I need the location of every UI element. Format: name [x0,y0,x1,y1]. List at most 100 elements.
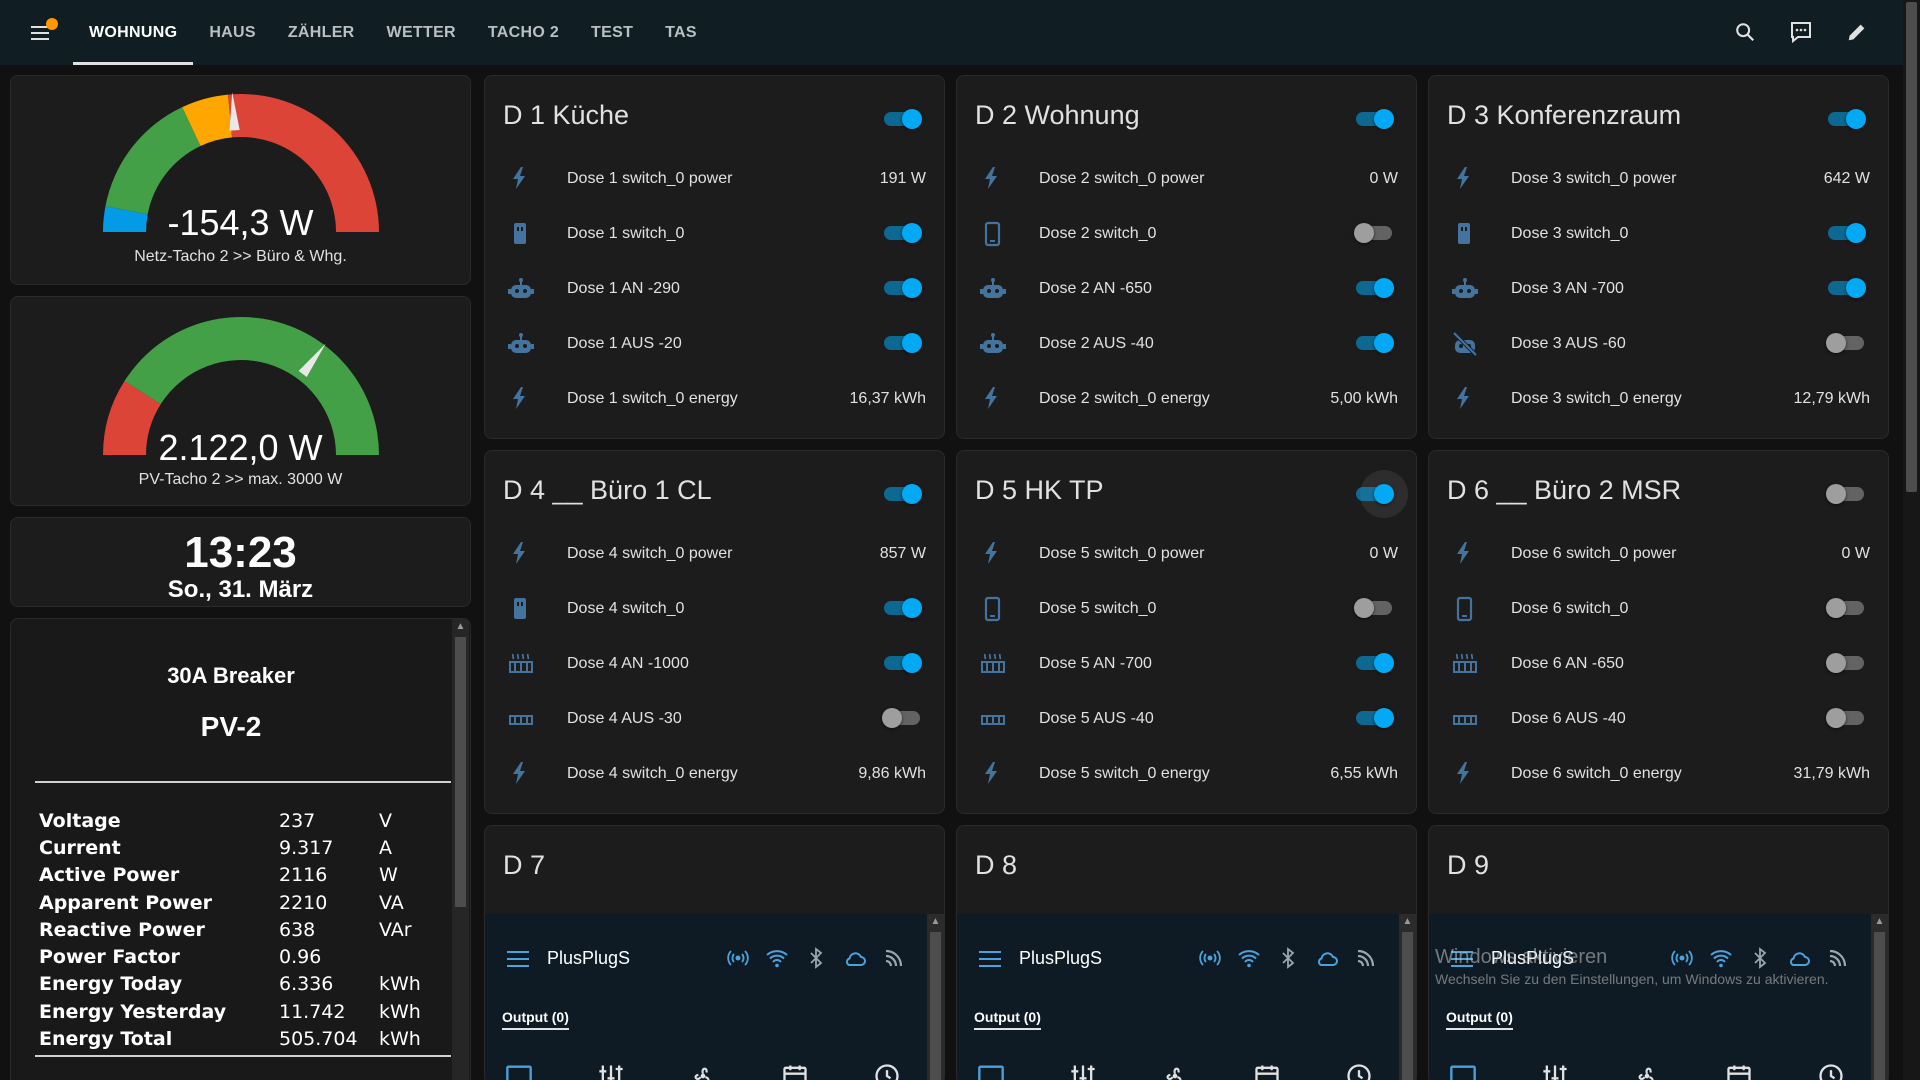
entity-toggle[interactable] [1352,704,1396,732]
assist-icon[interactable] [1785,16,1817,48]
clock-icon[interactable] [1817,1062,1845,1080]
search-icon[interactable] [1729,16,1761,48]
tab-zähler[interactable]: ZÄHLER [272,0,371,65]
entity-row[interactable]: Dose 5 switch_0 energy 6,55 kWh [957,746,1416,801]
fan-icon[interactable] [1161,1062,1189,1080]
entity-toggle[interactable] [1824,274,1868,302]
calendar-icon[interactable] [1725,1062,1753,1080]
entity-toggle[interactable] [1824,649,1868,677]
entity-toggle[interactable] [880,704,924,732]
fan-icon[interactable] [1633,1062,1661,1080]
entity-row[interactable]: Dose 3 switch_0 power 642 W [1429,151,1888,206]
breaker-row: Energy Total 505.704 kWh [39,1025,421,1052]
device-webui-frame[interactable]: PlusPlugS Output (0) ▲ [485,914,944,1080]
entity-toggle[interactable] [880,649,924,677]
card-header-toggle[interactable] [880,480,924,508]
tab-tacho-2[interactable]: TACHO 2 [472,0,575,65]
entity-toggle[interactable] [880,274,924,302]
card-header-toggle[interactable] [1824,480,1868,508]
fan-icon[interactable] [689,1062,717,1080]
entity-row[interactable]: Dose 2 switch_0 power 0 W [957,151,1416,206]
entity-row[interactable]: Dose 6 switch_0 [1429,581,1888,636]
clock-icon[interactable] [1345,1062,1373,1080]
monitor-icon[interactable] [977,1062,1005,1080]
entity-toggle[interactable] [1352,594,1396,622]
tab-test[interactable]: TEST [575,0,649,65]
entity-row[interactable]: Dose 3 switch_0 [1429,206,1888,261]
pv-gauge-card[interactable]: 2.122,0 W PV-Tacho 2 >> max. 3000 W [10,296,471,506]
entity-row[interactable]: Dose 3 AN -700 [1429,261,1888,316]
breaker-scrollbar[interactable]: ▲ [452,619,469,1080]
entity-toggle[interactable] [1824,594,1868,622]
entity-row[interactable]: Dose 5 AN -700 [957,636,1416,691]
entity-row[interactable]: Dose 6 switch_0 power 0 W [1429,526,1888,581]
card-header-toggle[interactable] [1824,105,1868,133]
tab-tas[interactable]: TAS [649,0,713,65]
entity-row[interactable]: Dose 2 switch_0 energy 5,00 kWh [957,371,1416,426]
entity-row[interactable]: Dose 6 AN -650 [1429,636,1888,691]
device-frame-scrollbar[interactable]: ▲ [1399,914,1416,1080]
menu-icon[interactable] [27,18,58,48]
card-header-toggle[interactable] [1352,105,1396,133]
card-header-toggle[interactable] [1352,470,1408,518]
entity-row[interactable]: Dose 1 switch_0 energy 16,37 kWh [485,371,944,426]
entity-row[interactable]: Dose 3 AUS -60 [1429,316,1888,371]
tab-wetter[interactable]: WETTER [371,0,472,65]
clock-icon[interactable] [873,1062,901,1080]
entity-row[interactable]: Dose 3 switch_0 energy 12,79 kWh [1429,371,1888,426]
device-webui-frame[interactable]: PlusPlugS Output (0) ▲ [1429,914,1888,1080]
entity-row[interactable]: Dose 4 switch_0 energy 9,86 kWh [485,746,944,801]
monitor-icon[interactable] [505,1062,533,1080]
entity-toggle[interactable] [1824,219,1868,247]
entity-toggle[interactable] [1352,274,1396,302]
power-socket-icon [507,220,535,248]
card-header-toggle[interactable] [880,105,924,133]
entity-row[interactable]: Dose 2 AUS -40 [957,316,1416,371]
device-menu-icon[interactable] [979,950,1001,968]
output-tab[interactable]: Output (0) [974,1009,1041,1030]
entity-row[interactable]: Dose 4 AN -1000 [485,636,944,691]
entity-row[interactable]: Dose 1 switch_0 [485,206,944,261]
entity-toggle[interactable] [1824,329,1868,357]
entity-name: Dose 6 switch_0 energy [1511,765,1682,782]
entity-row[interactable]: Dose 5 AUS -40 [957,691,1416,746]
output-tab[interactable]: Output (0) [1446,1009,1513,1030]
watermark-title: Windows aktivieren [1435,946,1608,968]
edit-icon[interactable] [1841,16,1873,48]
tab-wohnung[interactable]: WOHNUNG [73,0,194,65]
entity-row[interactable]: Dose 1 switch_0 power 191 W [485,151,944,206]
entity-row[interactable]: Dose 4 AUS -30 [485,691,944,746]
entity-toggle[interactable] [880,594,924,622]
entity-row[interactable]: Dose 2 switch_0 [957,206,1416,261]
entity-row[interactable]: Dose 4 switch_0 [485,581,944,636]
device-menu-icon[interactable] [507,950,529,968]
sliders-icon[interactable] [1069,1062,1097,1080]
monitor-icon[interactable] [1449,1062,1477,1080]
device-frame-scrollbar[interactable]: ▲ [1871,914,1888,1080]
entity-toggle[interactable] [880,219,924,247]
entity-toggle[interactable] [880,329,924,357]
entity-row[interactable]: Dose 1 AUS -20 [485,316,944,371]
calendar-icon[interactable] [1253,1062,1281,1080]
device-webui-frame[interactable]: PlusPlugS Output (0) ▲ [957,914,1416,1080]
entity-toggle[interactable] [1352,649,1396,677]
entity-row[interactable]: Dose 2 AN -650 [957,261,1416,316]
device-frame-scrollbar[interactable]: ▲ [927,914,944,1080]
netz-gauge-card[interactable]: -154,3 W Netz-Tacho 2 >> Büro & Whg. [10,75,471,285]
tab-haus[interactable]: HAUS [193,0,272,65]
entity-row[interactable]: Dose 4 switch_0 power 857 W [485,526,944,581]
entity-toggle[interactable] [1352,329,1396,357]
page-scrollbar[interactable] [1903,0,1920,1080]
entity-row[interactable]: Dose 5 switch_0 power 0 W [957,526,1416,581]
entity-toggle[interactable] [1824,704,1868,732]
sliders-icon[interactable] [1541,1062,1569,1080]
entity-toggle[interactable] [1352,219,1396,247]
entity-row[interactable]: Dose 5 switch_0 [957,581,1416,636]
entity-row[interactable]: Dose 1 AN -290 [485,261,944,316]
calendar-icon[interactable] [781,1062,809,1080]
entity-row[interactable]: Dose 6 switch_0 energy 31,79 kWh [1429,746,1888,801]
entity-row[interactable]: Dose 6 AUS -40 [1429,691,1888,746]
output-tab[interactable]: Output (0) [502,1009,569,1030]
radiator-icon [507,650,535,678]
sliders-icon[interactable] [597,1062,625,1080]
